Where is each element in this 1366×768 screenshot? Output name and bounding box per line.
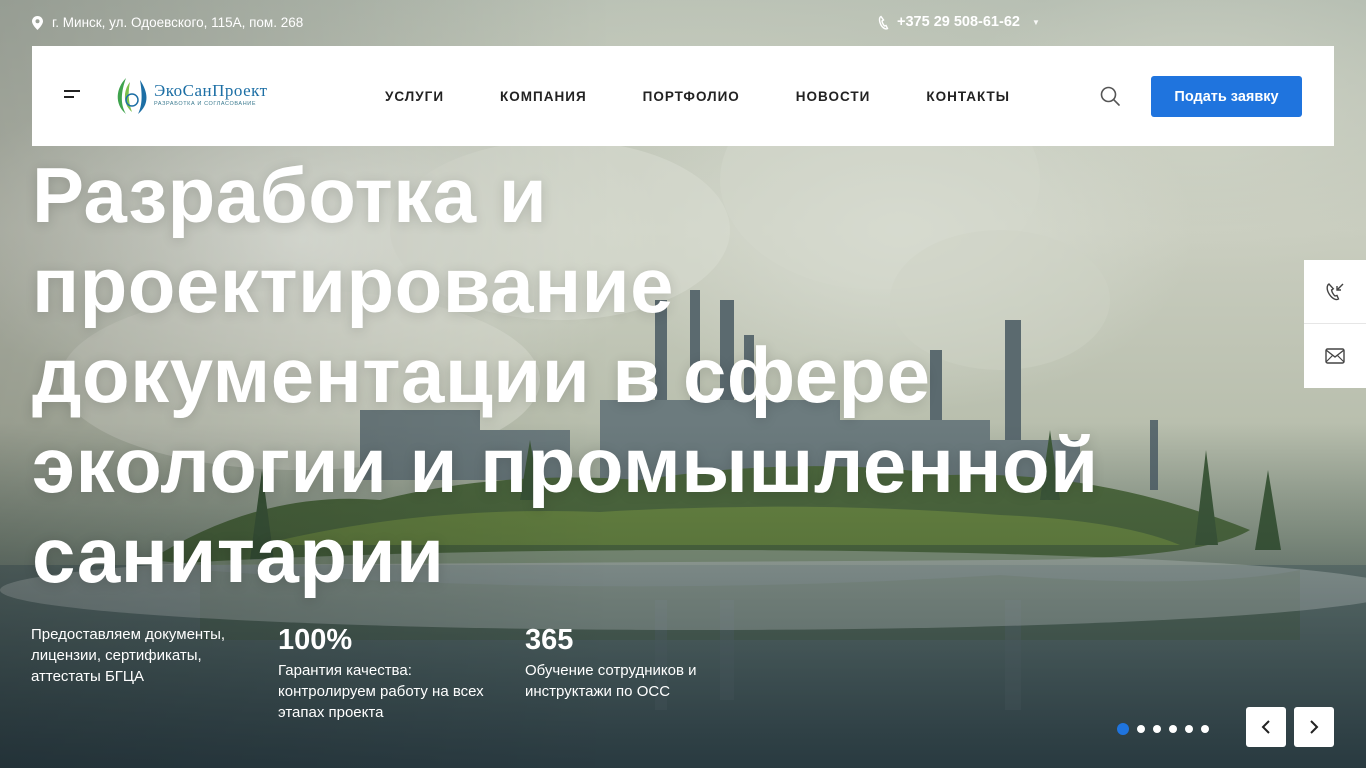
stat-number: 365 <box>525 624 574 656</box>
slider-pagination <box>1117 723 1209 735</box>
nav-item-company[interactable]: КОМПАНИЯ <box>500 89 587 104</box>
nav-item-contacts[interactable]: КОНТАКТЫ <box>926 89 1010 104</box>
leaf-drop-logo-icon <box>117 78 147 114</box>
address-text: г. Минск, ул. Одоевского, 115А, пом. 268 <box>52 15 304 30</box>
envelope-icon <box>1325 348 1345 364</box>
stat-text: Предоставляем документы, лицензии, серти… <box>31 626 226 685</box>
stat-item: 100% Гарантия качества: контролируем раб… <box>278 624 493 723</box>
top-bar: г. Минск, ул. Одоевского, 115А, пом. 268… <box>0 0 1366 46</box>
site-header: ЭкоСанПроект Разработка и согласование У… <box>32 46 1334 146</box>
stat-text: Обучение сотрудников и инструктажи по ОС… <box>525 662 697 700</box>
nav-item-portfolio[interactable]: ПОРТФОЛИО <box>643 89 740 104</box>
stat-item: Предоставляем документы, лицензии, серти… <box>31 624 246 687</box>
logo-tagline: Разработка и согласование <box>154 101 257 107</box>
stat-number: 100% <box>278 624 353 656</box>
slider-dot[interactable] <box>1169 725 1177 733</box>
stat-item: 365 Обучение сотрудников и инструктажи п… <box>525 624 740 702</box>
nav-item-news[interactable]: НОВОСТИ <box>796 89 871 104</box>
slider-next-button[interactable] <box>1294 707 1334 747</box>
phone-icon <box>878 15 889 30</box>
address: г. Минск, ул. Одоевского, 115А, пом. 268 <box>32 15 303 30</box>
map-pin-icon <box>32 15 43 30</box>
phone-number[interactable]: +375 29 508-61-62 <box>897 14 1020 30</box>
phone-link[interactable]: +375 29 508-61-62 ▼ <box>878 14 1040 30</box>
slider-dot[interactable] <box>1117 723 1129 735</box>
phone-callback-icon <box>1326 282 1344 300</box>
main-nav: УСЛУГИ КОМПАНИЯ ПОРТФОЛИО НОВОСТИ КОНТАК… <box>385 46 1010 146</box>
slider-prev-button[interactable] <box>1246 707 1286 747</box>
nav-item-services[interactable]: УСЛУГИ <box>385 89 444 104</box>
slider-dot[interactable] <box>1153 725 1161 733</box>
search-icon[interactable] <box>1100 86 1120 106</box>
chevron-left-icon <box>1261 720 1270 734</box>
slider-dot[interactable] <box>1185 725 1193 733</box>
slider-dot[interactable] <box>1137 725 1145 733</box>
hamburger-menu-icon[interactable] <box>64 90 81 102</box>
site-logo[interactable]: ЭкоСанПроект Разработка и согласование <box>112 74 268 116</box>
chevron-right-icon <box>1310 720 1319 734</box>
hero-title: Разработка и проектирование документации… <box>32 151 1099 599</box>
chevron-down-icon[interactable]: ▼ <box>1032 18 1040 27</box>
logo-name: ЭкоСанПроект <box>154 81 268 100</box>
stat-text: Гарантия качества: контролируем работу н… <box>278 662 484 721</box>
submit-request-button[interactable]: Подать заявку <box>1151 76 1302 117</box>
slider-dot[interactable] <box>1201 725 1209 733</box>
email-widget-button[interactable] <box>1304 324 1366 388</box>
callback-widget-button[interactable] <box>1304 260 1366 324</box>
